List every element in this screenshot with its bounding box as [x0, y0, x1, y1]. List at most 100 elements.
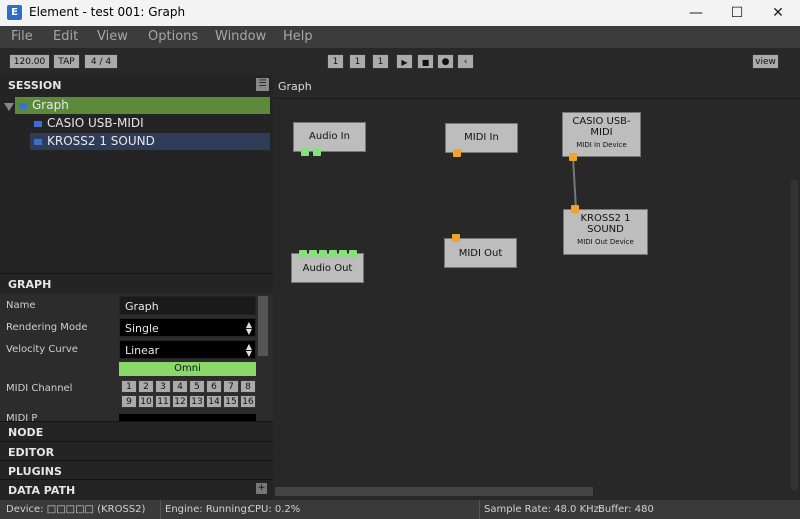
midi-connection: [572, 156, 577, 210]
velocity-curve-value: Linear: [125, 344, 160, 357]
clipped-field: [119, 414, 256, 421]
bar-counter: 1: [327, 54, 344, 69]
audio-out-port[interactable]: [313, 148, 321, 156]
device-status: Device: □□□□□ (KROSS2): [6, 504, 146, 515]
name-field[interactable]: Graph: [119, 296, 256, 315]
rendering-mode-value: Single: [125, 322, 159, 335]
menu-help[interactable]: Help: [283, 29, 313, 44]
session-header: SESSION: [0, 75, 273, 96]
menu-view[interactable]: View: [97, 29, 128, 44]
title-bar: E Element - test 001: Graph — ☐ ✕: [0, 0, 800, 26]
audio-in-port[interactable]: [339, 250, 347, 258]
midi-channel-8[interactable]: 8: [240, 380, 256, 393]
cpu-status: CPU: 0.2%: [248, 504, 301, 515]
status-bar: Device: □□□□□ (KROSS2) Engine: Running: …: [0, 500, 800, 519]
midi-channel-9[interactable]: 9: [121, 395, 137, 408]
midi-channel-6[interactable]: 6: [206, 380, 222, 393]
view-button[interactable]: view: [752, 54, 779, 69]
node-casio[interactable]: CASIO USB-MIDI MIDI In Device: [562, 112, 641, 157]
window-title: Element - test 001: Graph: [29, 5, 186, 19]
midi-channel-10[interactable]: 10: [138, 395, 154, 408]
side-panel: SESSION ☰ Graph CASIO USB-MIDI KROSS2 1 …: [0, 75, 273, 500]
node-midi-out[interactable]: MIDI Out: [444, 238, 517, 268]
tick-counter: 1: [372, 54, 389, 69]
node-label: Audio In: [309, 131, 350, 142]
canvas-title: Graph: [278, 80, 312, 93]
midi-channel-15[interactable]: 15: [223, 395, 239, 408]
menu-edit[interactable]: Edit: [53, 29, 78, 44]
node-label: Audio Out: [302, 263, 353, 274]
clipped-label: MIDI P: [6, 414, 38, 421]
tree-item-label: Graph: [32, 98, 69, 112]
audio-in-port[interactable]: [349, 250, 357, 258]
rewind-icon[interactable]: ‹: [457, 54, 474, 69]
midi-channel-5[interactable]: 5: [189, 380, 205, 393]
node-square-icon: [34, 138, 42, 145]
tree-expand-icon[interactable]: [4, 103, 14, 111]
meter-field[interactable]: 4 / 4: [84, 54, 118, 69]
rendering-mode-label: Rendering Mode: [6, 322, 88, 333]
midi-channel-1[interactable]: 1: [121, 380, 137, 393]
spinner-icon: ▲ ▼: [245, 342, 252, 358]
transport-toolbar: 120.00 TAP 4 / 4 1 1 1 ▶ ■ ● ‹ view: [0, 48, 800, 75]
node-square-icon: [34, 120, 42, 127]
stop-icon[interactable]: ■: [417, 54, 434, 69]
midi-channel-3[interactable]: 3: [155, 380, 171, 393]
midi-in-port[interactable]: [452, 234, 460, 242]
tap-button[interactable]: TAP: [53, 54, 80, 69]
node-square-icon: [19, 102, 27, 109]
rendering-mode-select[interactable]: Single ▲ ▼: [119, 318, 256, 337]
play-icon[interactable]: ▶: [396, 54, 413, 69]
midi-out-port[interactable]: [453, 149, 461, 157]
status-divider: [160, 500, 161, 519]
tree-item-casio[interactable]: CASIO USB-MIDI: [30, 115, 270, 132]
maximize-icon[interactable]: ☐: [722, 2, 752, 24]
audio-in-port[interactable]: [299, 250, 307, 258]
node-label: KROSS2 1 SOUND: [580, 213, 631, 235]
node-kross[interactable]: KROSS2 1 SOUND MIDI Out Device: [563, 209, 648, 255]
midi-in-port[interactable]: [571, 205, 579, 213]
record-icon[interactable]: ●: [437, 54, 454, 69]
omni-button[interactable]: Omni: [119, 362, 256, 376]
add-icon[interactable]: +: [256, 483, 267, 494]
midi-channel-14[interactable]: 14: [206, 395, 222, 408]
midi-out-port[interactable]: [569, 153, 577, 161]
node-sublabel: MIDI In Device: [576, 141, 627, 149]
midi-channel-16[interactable]: 16: [240, 395, 256, 408]
audio-in-port[interactable]: [309, 250, 317, 258]
plugins-section-header[interactable]: PLUGINS: [0, 460, 273, 481]
velocity-curve-label: Velocity Curve: [6, 344, 78, 355]
beat-counter: 1: [349, 54, 366, 69]
tempo-field[interactable]: 120.00: [9, 54, 50, 69]
midi-channel-4[interactable]: 4: [172, 380, 188, 393]
tree-item-graph[interactable]: Graph: [15, 97, 270, 114]
node-section-header[interactable]: NODE: [0, 421, 273, 442]
properties-scrollbar[interactable]: [258, 296, 268, 356]
name-label: Name: [6, 300, 36, 311]
menu-window[interactable]: Window: [215, 29, 266, 44]
audio-in-port[interactable]: [329, 250, 337, 258]
data-path-section-header[interactable]: DATA PATH: [0, 479, 273, 500]
minimize-icon[interactable]: —: [681, 2, 711, 24]
node-label: CASIO USB-MIDI: [572, 116, 631, 138]
sample-rate-status: Sample Rate: 48.0 KHz:: [484, 504, 603, 515]
editor-section-header[interactable]: EDITOR: [0, 441, 273, 462]
velocity-curve-select[interactable]: Linear ▲ ▼: [119, 340, 256, 359]
audio-out-port[interactable]: [301, 148, 309, 156]
node-label: MIDI In: [464, 132, 499, 143]
audio-in-port[interactable]: [319, 250, 327, 258]
midi-channel-13[interactable]: 13: [189, 395, 205, 408]
session-menu-icon[interactable]: ☰: [256, 78, 269, 91]
midi-channel-12[interactable]: 12: [172, 395, 188, 408]
midi-channel-2[interactable]: 2: [138, 380, 154, 393]
node-label: MIDI Out: [458, 248, 503, 259]
menu-options[interactable]: Options: [148, 29, 198, 44]
engine-status: Engine: Running:: [165, 504, 251, 515]
midi-channel-7[interactable]: 7: [223, 380, 239, 393]
spinner-icon: ▲ ▼: [245, 320, 252, 336]
close-icon[interactable]: ✕: [763, 2, 793, 24]
graph-section-header[interactable]: GRAPH: [0, 273, 273, 294]
tree-item-kross[interactable]: KROSS2 1 SOUND: [30, 133, 270, 150]
menu-file[interactable]: File: [11, 29, 33, 44]
midi-channel-11[interactable]: 11: [155, 395, 171, 408]
